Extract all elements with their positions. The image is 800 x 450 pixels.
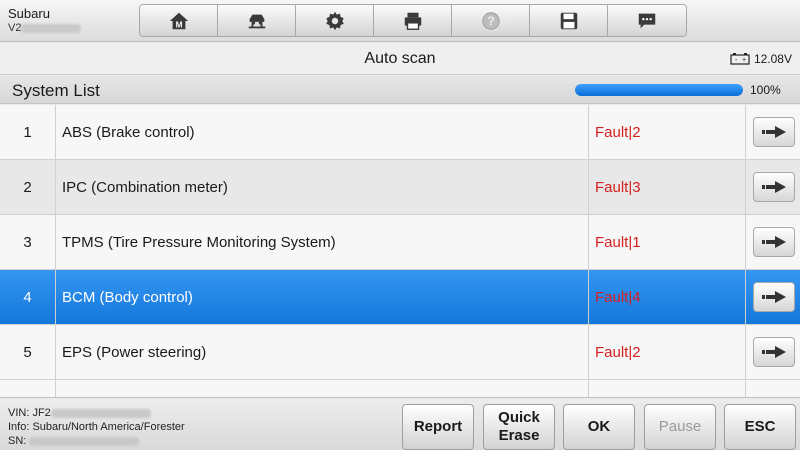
system-list-header: System List 100% xyxy=(0,76,800,104)
system-list: 1 ABS (Brake control) Fault|2 2 IPC (Com… xyxy=(0,105,800,397)
enter-system-button[interactable] xyxy=(753,227,795,257)
vehicle-brand: Subaru xyxy=(8,6,50,21)
system-name: IPC (Combination meter) xyxy=(62,179,228,196)
system-fault-status: Fault|2 xyxy=(588,325,746,380)
message-icon xyxy=(638,13,656,28)
info-line: Info: Subaru/North America/Forester xyxy=(8,421,185,433)
system-name: EPS (Power steering) xyxy=(62,344,207,361)
battery-icon: - + xyxy=(730,53,750,65)
system-fault-status: Fault|2 xyxy=(588,105,746,160)
main-toolbar: M ? xyxy=(139,4,687,37)
help-icon: ? xyxy=(481,11,500,30)
svg-text:M: M xyxy=(175,20,182,29)
svg-text:+: + xyxy=(742,57,746,64)
system-row[interactable]: 2 IPC (Combination meter) Fault|3 xyxy=(0,160,800,215)
printer-icon xyxy=(404,12,421,30)
system-fault-status: Fault|3 xyxy=(588,160,746,215)
arrow-right-icon xyxy=(762,181,786,193)
message-button[interactable] xyxy=(608,5,686,36)
vehicle-lift-button[interactable] xyxy=(218,5,296,36)
esc-button[interactable]: ESC xyxy=(724,404,796,450)
page-title: Auto scan xyxy=(364,50,436,67)
software-version: V2 xyxy=(8,21,82,36)
arrow-right-icon xyxy=(762,236,786,248)
gear-icon xyxy=(325,11,344,30)
system-row[interactable]: 3 TPMS (Tire Pressure Monitoring System)… xyxy=(0,215,800,270)
system-row[interactable]: 4 BCM (Body control) Fault|4 xyxy=(0,270,800,325)
help-button[interactable]: ? xyxy=(452,5,530,36)
system-number: 4 xyxy=(0,270,56,325)
quick-erase-line2: Erase xyxy=(498,427,540,444)
enter-system-button[interactable] xyxy=(753,282,795,312)
vehicle-lift-icon xyxy=(248,14,265,28)
enter-system-button[interactable] xyxy=(753,337,795,367)
system-fault-status: Fault|1 xyxy=(588,215,746,270)
system-name: TPMS (Tire Pressure Monitoring System) xyxy=(62,234,336,251)
system-number: 3 xyxy=(0,215,56,270)
system-number: 5 xyxy=(0,325,56,380)
svg-text:-: - xyxy=(735,57,738,64)
pause-button[interactable]: Pause xyxy=(644,404,716,450)
settings-button[interactable] xyxy=(296,5,374,36)
save-button[interactable] xyxy=(530,5,608,36)
quick-erase-button[interactable]: Quick Erase xyxy=(483,404,555,450)
scan-progress-percent: 100% xyxy=(750,83,781,97)
system-row[interactable]: 5 EPS (Power steering) Fault|2 xyxy=(0,325,800,380)
scan-progress-bar xyxy=(575,84,743,96)
bottom-bar: VIN: JF2 Info: Subaru/North America/Fore… xyxy=(0,397,800,450)
system-name: BCM (Body control) xyxy=(62,289,193,306)
system-name: ABS (Brake control) xyxy=(62,124,195,141)
system-fault-status-empty xyxy=(588,380,746,397)
scan-progress-fill xyxy=(575,84,743,96)
ok-button[interactable]: OK xyxy=(563,404,635,450)
battery-voltage: 12.08V xyxy=(753,52,792,66)
arrow-right-icon xyxy=(762,291,786,303)
quick-erase-line1: Quick xyxy=(498,409,540,426)
system-row-partial[interactable] xyxy=(0,380,800,397)
system-fault-status: Fault|4 xyxy=(588,270,746,325)
arrow-right-icon xyxy=(762,346,786,358)
vehicle-brand-block: Subaru V2 xyxy=(8,6,82,36)
arrow-right-icon xyxy=(762,126,786,138)
home-icon: M xyxy=(169,12,188,29)
top-bar: Subaru V2 M ? xyxy=(0,0,800,42)
svg-text:?: ? xyxy=(487,14,494,28)
system-number-empty xyxy=(0,380,56,397)
home-button[interactable]: M xyxy=(140,5,218,36)
vehicle-info: VIN: JF2 Info: Subaru/North America/Fore… xyxy=(8,406,185,448)
save-icon xyxy=(560,12,577,29)
enter-system-button[interactable] xyxy=(753,172,795,202)
system-row[interactable]: 1 ABS (Brake control) Fault|2 xyxy=(0,105,800,160)
serial-line: SN: xyxy=(8,434,185,448)
enter-system-button[interactable] xyxy=(753,117,795,147)
report-button[interactable]: Report xyxy=(402,404,474,450)
system-number: 2 xyxy=(0,160,56,215)
vin-line: VIN: JF2 xyxy=(8,406,185,420)
system-number: 1 xyxy=(0,105,56,160)
battery-status: - + 12.08V xyxy=(730,52,792,66)
print-button[interactable] xyxy=(374,5,452,36)
title-bar: Auto scan - + 12.08V xyxy=(0,43,800,75)
system-list-label: System List xyxy=(12,81,100,100)
